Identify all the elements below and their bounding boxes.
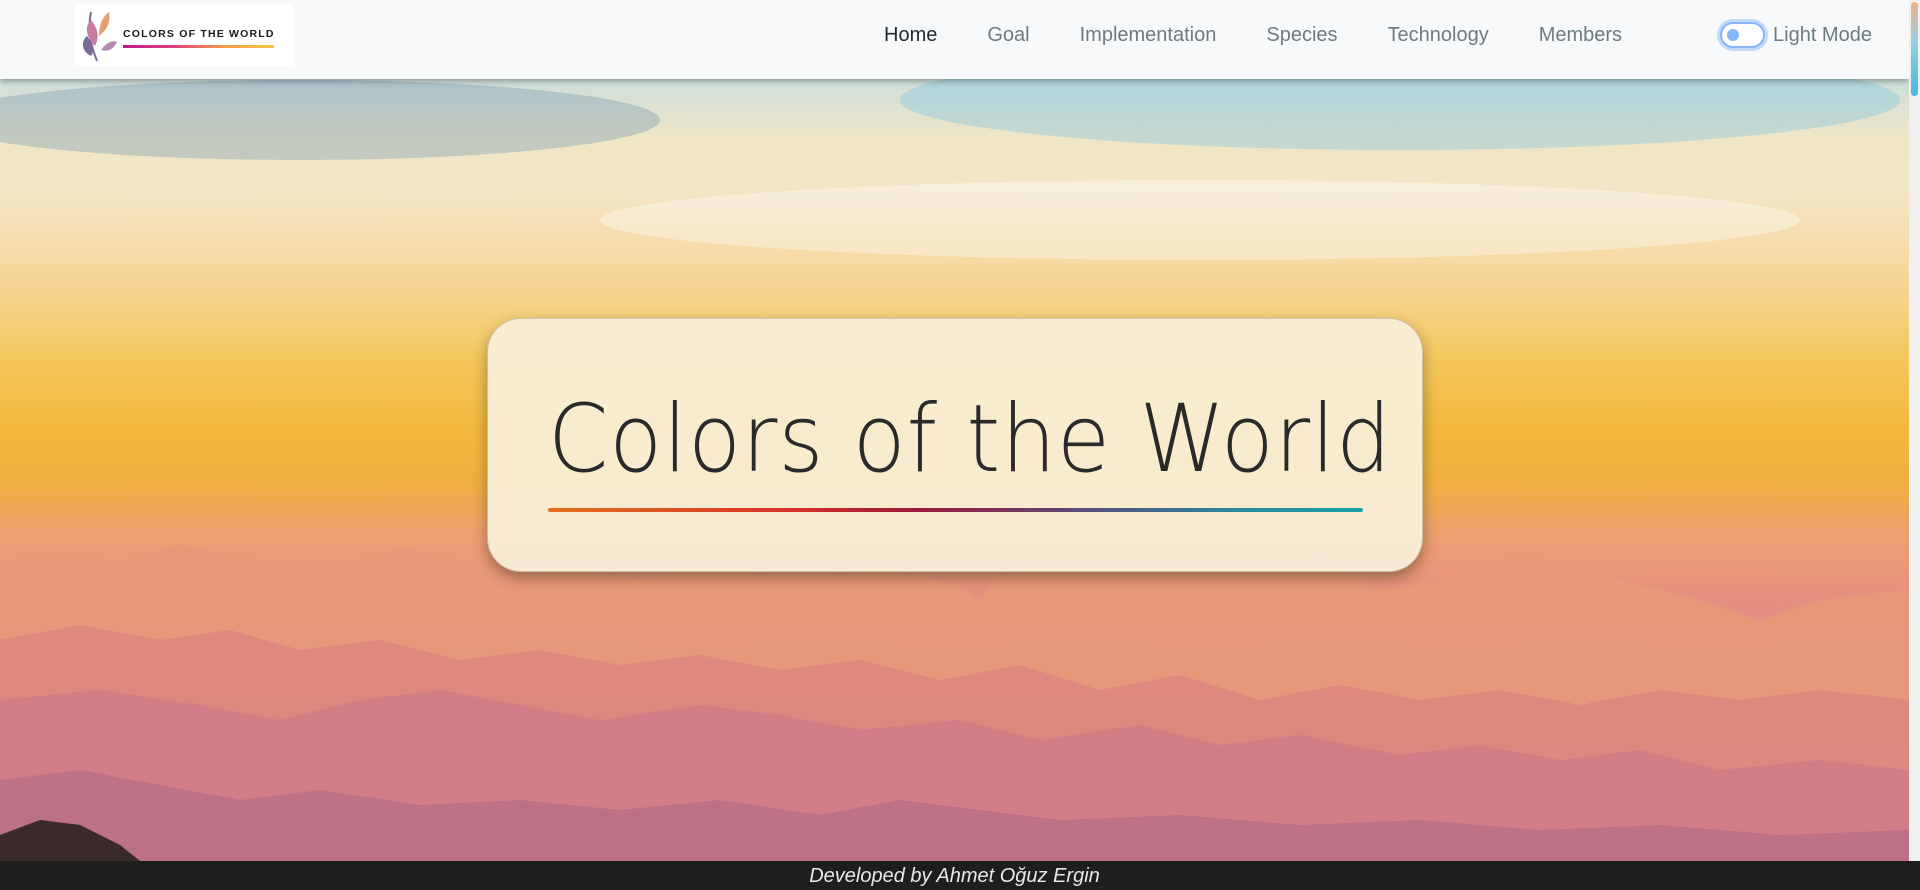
hero-title: Colors of the World bbox=[548, 385, 1392, 494]
hero-title-card: Colors of the World bbox=[487, 318, 1423, 572]
toggle-switch-icon bbox=[1727, 29, 1739, 41]
nav-species[interactable]: Species bbox=[1266, 24, 1337, 47]
nav-links: Home Goal Implementation Species Technol… bbox=[884, 24, 1672, 47]
nav-technology[interactable]: Technology bbox=[1388, 24, 1489, 47]
nav-implementation[interactable]: Implementation bbox=[1080, 24, 1217, 47]
title-underline bbox=[548, 508, 1363, 512]
nav-members[interactable]: Members bbox=[1539, 24, 1622, 47]
logo-text: COLORS OF THE WORLD bbox=[123, 28, 275, 40]
mode-label: Light Mode bbox=[1773, 24, 1872, 46]
nav-goal[interactable]: Goal bbox=[987, 24, 1029, 47]
theme-toggle-switch[interactable] bbox=[1720, 22, 1765, 48]
scrollbar-thumb[interactable] bbox=[1911, 2, 1918, 96]
brand-logo[interactable]: COLORS OF THE WORLD bbox=[75, 4, 294, 66]
footer: Developed by Ahmet Oğuz Ergin bbox=[0, 861, 1909, 890]
footer-scroll-gutter bbox=[1909, 861, 1920, 890]
logo-gradient-bar bbox=[123, 45, 274, 48]
footer-credit: Developed by Ahmet Oğuz Ergin bbox=[809, 865, 1100, 887]
leaf-logo-icon bbox=[82, 11, 117, 62]
page-scrollbar[interactable] bbox=[1909, 0, 1920, 861]
top-navbar: COLORS OF THE WORLD Home Goal Implementa… bbox=[0, 0, 1909, 79]
nav-home[interactable]: Home bbox=[884, 24, 937, 47]
